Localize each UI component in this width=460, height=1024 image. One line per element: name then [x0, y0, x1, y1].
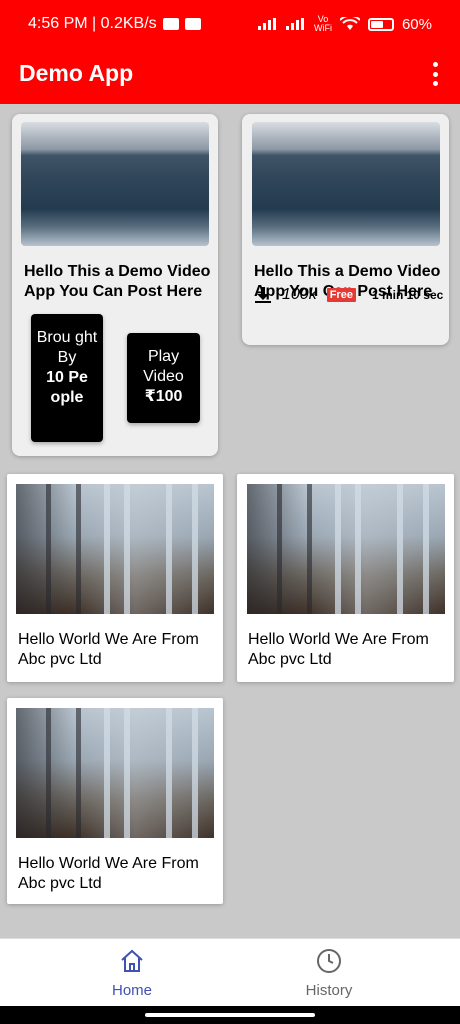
- signal-icon: [257, 18, 276, 30]
- nav-history[interactable]: History: [279, 947, 379, 999]
- clock-icon: [317, 949, 341, 973]
- vowifi-label: Vo WiFi: [313, 14, 332, 33]
- battery-icon: [367, 17, 394, 31]
- video-title: Hello World We Are From Abc pvc Ltd: [18, 855, 199, 892]
- nav-home[interactable]: Home: [82, 947, 182, 999]
- bought-by-button[interactable]: Brou ght By 10 Pe ople: [31, 314, 103, 442]
- video-thumbnail: [16, 484, 214, 614]
- bought-count: 10 Pe ople: [46, 369, 88, 406]
- video-card-forest-3[interactable]: Hello World We Are From Abc pvc Ltd: [7, 698, 223, 904]
- download-icon: [255, 287, 271, 303]
- nav-home-label: Home: [111, 982, 152, 999]
- battery-percent: 60%: [401, 15, 432, 33]
- status-time: 4:56 PM | 0.2KB/s: [28, 15, 157, 32]
- video-card-forest-2[interactable]: Hello World We Are From Abc pvc Ltd: [237, 474, 454, 682]
- video-price: ₹100: [144, 388, 183, 405]
- status-bar: 4:56 PM | 0.2KB/s Vo WiFi 60%: [0, 0, 460, 50]
- signal-icon: [285, 18, 304, 30]
- video-thumbnail: [252, 122, 440, 246]
- video-thumbnail: [21, 122, 209, 246]
- video-card-featured-1[interactable]: Hello This a Demo Video App You Can Post…: [12, 114, 218, 456]
- home-icon: [121, 949, 143, 972]
- nav-history-label: History: [305, 982, 353, 999]
- video-title: Hello World We Are From Abc pvc Ltd: [18, 631, 199, 668]
- video-title: Hello World We Are From Abc pvc Ltd: [248, 631, 429, 668]
- bottom-navigation: Home History: [0, 938, 460, 1006]
- video-thumbnail: [16, 708, 214, 838]
- free-badge: Free: [326, 288, 356, 302]
- gesture-bar: [0, 1006, 460, 1024]
- wifi-icon: [339, 17, 360, 30]
- video-title: Hello This a Demo Video App You Can Post…: [24, 263, 211, 300]
- overflow-menu-icon[interactable]: [430, 62, 440, 86]
- video-duration: 1 min 10 sec: [371, 288, 444, 302]
- video-card-featured-2[interactable]: Hello This a Demo Video App You Can Post…: [242, 114, 449, 345]
- app-bar: Demo App: [0, 50, 460, 104]
- video-card-forest-1[interactable]: Hello World We Are From Abc pvc Ltd: [7, 474, 223, 682]
- download-count: 100k: [282, 286, 317, 303]
- video-thumbnail: [247, 484, 445, 614]
- play-video-button[interactable]: Play Video ₹100: [127, 333, 200, 423]
- app-title: Demo App: [19, 60, 134, 86]
- notification-icon: [162, 18, 179, 30]
- gallery-icon: [184, 18, 201, 30]
